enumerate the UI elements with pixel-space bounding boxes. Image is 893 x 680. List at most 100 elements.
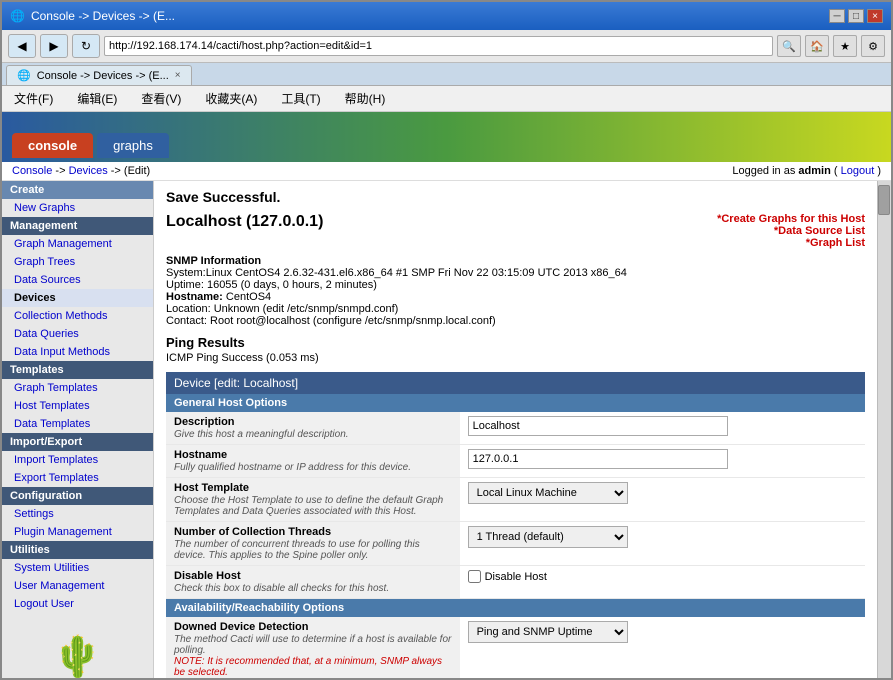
sidebar-item-plugin-management[interactable]: Plugin Management (2, 523, 153, 541)
device-edit-bracket-text: [edit: Localhost] (214, 376, 298, 390)
maximize-button[interactable]: □ (848, 9, 864, 23)
graph-list-link[interactable]: *Graph List (717, 237, 865, 249)
field-row-disable-host: Disable Host Check this box to disable a… (166, 566, 865, 599)
field-input-description[interactable] (468, 416, 728, 436)
snmp-system: System:Linux CentOS4 2.6.32-431.el6.x86_… (166, 267, 627, 279)
breadcrumb-sep2: -> (111, 165, 124, 177)
menu-view[interactable]: 查看(V) (137, 88, 185, 109)
field-label-description: Description (174, 416, 452, 428)
host-header-area: *Create Graphs for this Host *Data Sourc… (166, 213, 865, 249)
breadcrumb-bar: Console -> Devices -> (Edit) Logged in a… (2, 162, 891, 181)
breadcrumb-devices[interactable]: Devices (69, 165, 108, 177)
field-label-cell-disable-host: Disable Host Check this box to disable a… (166, 566, 460, 599)
sidebar-item-system-utilities[interactable]: System Utilities (2, 559, 153, 577)
field-label-cell-host-template: Host Template Choose the Host Template t… (166, 478, 460, 522)
avail-form-table: Downed Device Detection The method Cacti… (166, 617, 865, 678)
snmp-uptime: Uptime: 16055 (0 days, 0 hours, 2 minute… (166, 279, 377, 291)
sidebar-item-data-sources[interactable]: Data Sources (2, 271, 153, 289)
tab-close-button[interactable]: × (175, 70, 181, 81)
sidebar-item-data-queries[interactable]: Data Queries (2, 325, 153, 343)
field-select-host-template[interactable]: Local Linux Machine None (468, 482, 628, 504)
browser-tab-icon: 🌐 (17, 69, 31, 82)
snmp-location: Location: Unknown (edit /etc/snmp/snmpd.… (166, 303, 398, 315)
browser-tab[interactable]: 🌐 Console -> Devices -> (E... × (6, 65, 192, 85)
logged-in-paren-open: ( (834, 165, 838, 177)
general-options-header: General Host Options (166, 394, 865, 412)
field-label-cell-threads: Number of Collection Threads The number … (166, 522, 460, 566)
menu-file[interactable]: 文件(F) (10, 88, 57, 109)
sidebar-item-logout-user[interactable]: Logout User (2, 595, 153, 613)
ping-section: Ping Results ICMP Ping Success (0.053 ms… (166, 335, 865, 364)
sidebar-item-collection-methods[interactable]: Collection Methods (2, 307, 153, 325)
close-window-button[interactable]: × (867, 9, 883, 23)
window: 🌐 Console -> Devices -> (E... ─ □ × ◀ ▶ … (0, 0, 893, 680)
forward-button[interactable]: ▶ (40, 34, 68, 58)
sidebar-item-graph-management[interactable]: Graph Management (2, 235, 153, 253)
field-select-threads[interactable]: 1 Thread (default) 2 Threads 4 Threads (468, 526, 628, 548)
sidebar-item-import-templates[interactable]: Import Templates (2, 451, 153, 469)
title-bar-controls: ─ □ × (829, 9, 883, 23)
field-desc-downed-device-note: NOTE: It is recommended that, at a minim… (174, 656, 452, 678)
sidebar-item-graph-trees[interactable]: Graph Trees (2, 253, 153, 271)
sidebar-item-new-graphs[interactable]: New Graphs (2, 199, 153, 217)
sidebar-header-management: Management (2, 217, 153, 235)
right-links: *Create Graphs for this Host *Data Sourc… (717, 213, 865, 249)
menu-tools[interactable]: 工具(T) (277, 88, 324, 109)
back-button[interactable]: ◀ (8, 34, 36, 58)
field-row-downed-device: Downed Device Detection The method Cacti… (166, 617, 865, 678)
app-header: console graphs (2, 112, 891, 162)
field-checkbox-disable-host[interactable] (468, 570, 481, 583)
snmp-section: SNMP Information System:Linux CentOS4 2.… (166, 255, 865, 327)
field-label-cell-description: Description Give this host a meaningful … (166, 412, 460, 445)
field-label-downed-device: Downed Device Detection (174, 621, 452, 633)
menu-edit[interactable]: 编辑(E) (73, 88, 121, 109)
disable-host-label-text: Disable Host (485, 571, 547, 583)
device-edit-bar: Device [edit: Localhost] (166, 372, 865, 394)
logged-in-text: Logged in as (732, 165, 798, 177)
tab-graphs[interactable]: graphs (97, 133, 169, 158)
sidebar-item-devices[interactable]: Devices (2, 289, 153, 307)
field-desc-downed-device: The method Cacti will use to determine i… (174, 634, 452, 656)
field-desc-host-template: Choose the Host Template to use to defin… (174, 495, 452, 517)
menu-help[interactable]: 帮助(H) (341, 88, 390, 109)
tab-bar: 🌐 Console -> Devices -> (E... × (2, 63, 891, 86)
search-button[interactable]: 🔍 (777, 35, 801, 57)
field-value-cell-downed-device: Ping and SNMP Uptime SNMP Uptime Ping No… (460, 617, 865, 678)
window-icon: 🌐 (10, 9, 25, 23)
scrollbar[interactable] (877, 181, 891, 678)
sidebar-header-import-export: Import/Export (2, 433, 153, 451)
sidebar-item-export-templates[interactable]: Export Templates (2, 469, 153, 487)
tab-console[interactable]: console (12, 133, 93, 158)
field-select-downed-device[interactable]: Ping and SNMP Uptime SNMP Uptime Ping No… (468, 621, 628, 643)
field-desc-disable-host: Check this box to disable all checks for… (174, 583, 452, 594)
data-source-list-link[interactable]: *Data Source List (717, 225, 865, 237)
breadcrumb-console[interactable]: Console (12, 165, 52, 177)
create-graphs-link[interactable]: *Create Graphs for this Host (717, 213, 865, 225)
sidebar-item-data-input-methods[interactable]: Data Input Methods (2, 343, 153, 361)
field-value-cell-hostname (460, 445, 865, 478)
logged-in-paren-close: ) (877, 165, 881, 177)
title-bar-left: 🌐 Console -> Devices -> (E... (10, 9, 175, 23)
sidebar-item-user-management[interactable]: User Management (2, 577, 153, 595)
sidebar-item-graph-templates[interactable]: Graph Templates (2, 379, 153, 397)
browser-tab-label: Console -> Devices -> (E... (37, 70, 169, 82)
field-desc-description: Give this host a meaningful description. (174, 429, 452, 440)
field-row-description: Description Give this host a meaningful … (166, 412, 865, 445)
cactus-logo: 🌵 (2, 613, 153, 678)
sidebar-item-data-templates[interactable]: Data Templates (2, 415, 153, 433)
menu-favorites[interactable]: 收藏夹(A) (201, 88, 261, 109)
sidebar-item-host-templates[interactable]: Host Templates (2, 397, 153, 415)
home-button[interactable]: 🏠 (805, 35, 829, 57)
minimize-button[interactable]: ─ (829, 9, 845, 23)
field-value-cell-disable-host: Disable Host (460, 566, 865, 599)
sidebar-item-settings[interactable]: Settings (2, 505, 153, 523)
address-bar[interactable] (104, 36, 773, 56)
refresh-button[interactable]: ↻ (72, 34, 100, 58)
favorites-button[interactable]: ★ (833, 35, 857, 57)
content-area: Create New Graphs Management Graph Manag… (2, 181, 891, 678)
field-desc-hostname: Fully qualified hostname or IP address f… (174, 462, 452, 473)
field-input-hostname[interactable] (468, 449, 728, 469)
tools-button[interactable]: ⚙ (861, 35, 885, 57)
field-value-cell-host-template: Local Linux Machine None (460, 478, 865, 522)
logout-link[interactable]: Logout (841, 165, 875, 177)
